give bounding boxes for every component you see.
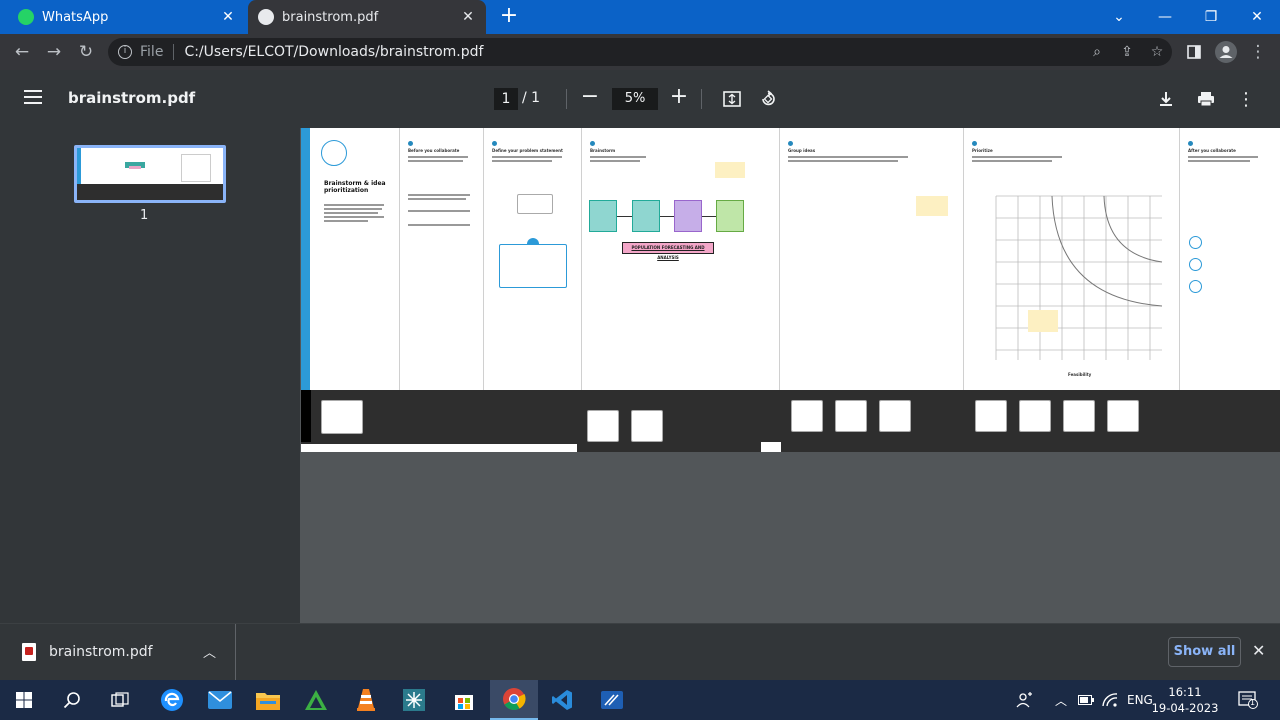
panel-heading: Define your problem statement bbox=[492, 148, 563, 153]
close-icon[interactable]: ✕ bbox=[1252, 641, 1265, 660]
whatsapp-icon bbox=[18, 9, 34, 25]
tab-search-icon[interactable]: ⌄ bbox=[1096, 0, 1142, 34]
zoom-icon[interactable]: ⌕ bbox=[1082, 44, 1112, 60]
search-icon[interactable] bbox=[48, 680, 96, 720]
document-viewer: Brainstorm & idea prioritization Before … bbox=[300, 128, 1280, 623]
page-thumbnail[interactable] bbox=[74, 145, 226, 203]
pdf-toolbar: brainstrom.pdf 1 / 1 − 5% + ⋮ bbox=[0, 70, 1280, 128]
show-all-button[interactable]: Show all bbox=[1168, 637, 1241, 667]
globe-icon bbox=[258, 9, 274, 25]
browser-toolbar: ← → ↻ i File C:/Users/ELCOT/Downloads/br… bbox=[0, 34, 1280, 70]
taskbar: ︿ ENG 16:11 19-04-2023 1 bbox=[0, 680, 1280, 720]
document-title: brainstrom.pdf bbox=[68, 89, 196, 107]
zoom-in-button[interactable]: + bbox=[669, 86, 689, 110]
divider bbox=[701, 89, 702, 109]
system-clock[interactable]: 16:11 19-04-2023 bbox=[1150, 684, 1220, 716]
wifi-icon[interactable] bbox=[1102, 680, 1118, 720]
tab-title: WhatsApp bbox=[42, 9, 109, 25]
store-icon[interactable] bbox=[440, 680, 488, 720]
notification-count: 1 bbox=[1250, 698, 1256, 707]
clock-date: 19-04-2023 bbox=[1151, 701, 1219, 715]
task-view-icon[interactable] bbox=[96, 680, 144, 720]
new-tab-button[interactable]: + bbox=[498, 5, 520, 28]
print-icon[interactable] bbox=[1195, 88, 1217, 110]
reload-button[interactable]: ↻ bbox=[72, 38, 100, 66]
panel-prioritize: Prioritize Feasibility bbox=[964, 128, 1180, 390]
hamburger-menu-icon[interactable] bbox=[24, 90, 42, 106]
panel-after: After you collaborate bbox=[1180, 128, 1280, 390]
topic-banner: POPULATION FORECASTING AND ANALYSIS bbox=[622, 242, 714, 260]
back-button[interactable]: ← bbox=[8, 38, 36, 66]
download-item[interactable]: brainstrom.pdf ︿ bbox=[0, 624, 236, 680]
url-text[interactable]: C:/Users/ELCOT/Downloads/brainstrom.pdf bbox=[184, 44, 1082, 60]
network-app-icon[interactable] bbox=[390, 680, 438, 720]
panel-intro: Brainstorm & idea prioritization bbox=[301, 128, 400, 390]
side-panel-icon[interactable] bbox=[1180, 38, 1208, 66]
document-footer bbox=[301, 390, 1280, 452]
profile-avatar[interactable] bbox=[1212, 38, 1240, 66]
window-close-button[interactable]: ✕ bbox=[1234, 0, 1280, 34]
close-tab-icon[interactable]: ✕ bbox=[220, 9, 236, 25]
bookmark-star-icon[interactable]: ☆ bbox=[1142, 44, 1172, 60]
panel-heading: Brainstorm & idea prioritization bbox=[324, 180, 386, 194]
divider bbox=[173, 44, 175, 60]
minimize-button[interactable]: — bbox=[1142, 0, 1188, 34]
share-icon[interactable]: ⇪ bbox=[1112, 44, 1142, 60]
zoom-out-button[interactable]: − bbox=[580, 86, 600, 110]
chrome-icon[interactable] bbox=[490, 680, 538, 720]
download-bar: brainstrom.pdf ︿ Show all ✕ bbox=[0, 623, 1280, 680]
more-actions-icon[interactable]: ⋮ bbox=[1235, 88, 1257, 110]
axis-label: Feasibility bbox=[1068, 372, 1092, 377]
edge-icon[interactable] bbox=[148, 680, 196, 720]
panel-group: Group ideas bbox=[780, 128, 964, 390]
zoom-level-input[interactable]: 5% bbox=[612, 88, 658, 110]
clock-time: 16:11 bbox=[1168, 685, 1202, 699]
chevron-up-icon[interactable]: ︿ bbox=[203, 642, 216, 661]
mail-icon[interactable] bbox=[196, 680, 244, 720]
page-number-input[interactable]: 1 bbox=[494, 88, 518, 110]
notification-center-icon[interactable]: 1 bbox=[1238, 680, 1258, 720]
close-tab-icon[interactable]: ✕ bbox=[460, 9, 476, 25]
rotate-icon[interactable] bbox=[757, 88, 779, 110]
snipping-tool-icon[interactable] bbox=[588, 680, 636, 720]
more-menu-icon[interactable]: ⋮ bbox=[1244, 38, 1272, 66]
thumbnail-page-number: 1 bbox=[140, 208, 149, 223]
page-total: / 1 bbox=[522, 90, 541, 106]
tab-strip: WhatsApp ✕ brainstrom.pdf ✕ + ⌄ — ❐ ✕ bbox=[0, 0, 1280, 34]
divider bbox=[566, 89, 567, 109]
pdf-file-icon bbox=[22, 643, 36, 661]
people-icon[interactable] bbox=[1016, 680, 1034, 720]
info-icon[interactable]: i bbox=[118, 45, 132, 59]
battery-icon[interactable] bbox=[1078, 680, 1094, 720]
fit-to-page-icon[interactable] bbox=[721, 88, 743, 110]
panel-problem: Define your problem statement bbox=[484, 128, 582, 390]
chevron-up-icon[interactable]: ︿ bbox=[1055, 680, 1067, 720]
panel-heading: Prioritize bbox=[972, 148, 993, 153]
panel-heading: Before you collaborate bbox=[408, 148, 460, 153]
pdf-page: Brainstorm & idea prioritization Before … bbox=[301, 128, 1280, 452]
vscode-icon[interactable] bbox=[538, 680, 586, 720]
file-explorer-icon[interactable] bbox=[244, 680, 292, 720]
app-triangle-icon[interactable] bbox=[292, 680, 340, 720]
language-indicator[interactable]: ENG bbox=[1127, 680, 1153, 720]
restore-button[interactable]: ❐ bbox=[1188, 0, 1234, 34]
tab-brainstrom[interactable]: brainstrom.pdf ✕ bbox=[248, 0, 486, 34]
tab-title: brainstrom.pdf bbox=[282, 9, 379, 25]
vlc-icon[interactable] bbox=[342, 680, 390, 720]
panel-before: Before you collaborate bbox=[400, 128, 484, 390]
panel-heading: After you collaborate bbox=[1188, 148, 1236, 153]
panel-heading: Group ideas bbox=[788, 148, 816, 153]
address-bar[interactable]: i File C:/Users/ELCOT/Downloads/brainstr… bbox=[108, 38, 1172, 66]
priority-grid bbox=[995, 195, 1163, 360]
tab-whatsapp[interactable]: WhatsApp ✕ bbox=[8, 0, 246, 34]
windows-start-icon[interactable] bbox=[0, 680, 48, 720]
url-scheme: File bbox=[140, 44, 164, 60]
panel-brainstorm: Brainstorm POPULATION FORECASTING AND AN… bbox=[582, 128, 780, 390]
download-filename: brainstrom.pdf bbox=[49, 644, 153, 660]
panel-heading: Brainstorm bbox=[590, 148, 616, 153]
forward-button[interactable]: → bbox=[40, 38, 68, 66]
thumbnail-sidebar: 1 bbox=[0, 128, 300, 623]
download-icon[interactable] bbox=[1155, 88, 1177, 110]
